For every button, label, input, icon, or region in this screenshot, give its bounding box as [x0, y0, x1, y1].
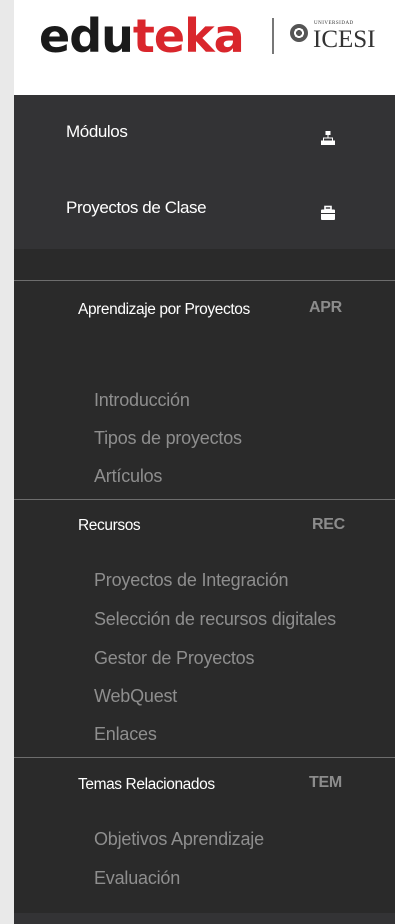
top-navigation: Módulos Proyectos de Clase [14, 95, 395, 249]
page-frame: eduteka UNIVERSIDAD ICESI Módulos Proyec… [14, 0, 395, 924]
section-divider [14, 757, 395, 758]
nav-item-label: Proyectos de Clase [66, 198, 207, 217]
logo-part-edu: edu [39, 9, 134, 63]
icesi-name: ICESI [313, 26, 376, 53]
nav-item-modulos[interactable]: Módulos [66, 122, 128, 142]
section-title-temas-relacionados[interactable]: Temas Relacionados [78, 766, 215, 804]
link-tipos-de-proyectos[interactable]: Tipos de proyectos [94, 428, 242, 449]
link-evaluacion[interactable]: Evaluación [94, 868, 180, 889]
sidebar-menu: Aprendizaje por Proyectos APR Introducci… [14, 249, 395, 924]
site-header: eduteka UNIVERSIDAD ICESI [14, 0, 395, 95]
link-introduccion[interactable]: Introducción [94, 390, 190, 411]
sitemap-icon [321, 131, 335, 145]
link-articulos[interactable]: Artículos [94, 466, 162, 487]
icesi-seal-icon [290, 24, 308, 42]
link-webquest[interactable]: WebQuest [94, 686, 177, 707]
section-divider [14, 499, 395, 500]
section-abbr-rec: REC [312, 516, 345, 533]
icesi-logo[interactable]: UNIVERSIDAD ICESI [284, 15, 395, 55]
section-title-aprendizaje[interactable]: Aprendizaje por Proyectos [78, 291, 288, 329]
section-divider [14, 280, 395, 281]
sidebar-bottom-strip [14, 913, 395, 924]
nav-item-label: Módulos [66, 122, 128, 141]
link-enlaces[interactable]: Enlaces [94, 724, 157, 745]
briefcase-icon [321, 205, 335, 220]
link-gestor-de-proyectos[interactable]: Gestor de Proyectos [94, 648, 254, 669]
section-abbr-apr: APR [309, 299, 342, 316]
link-seleccion-de-recursos-digitales[interactable]: Selección de recursos digitales [94, 609, 336, 630]
link-proyectos-de-integracion[interactable]: Proyectos de Integración [94, 570, 289, 591]
logo-part-teka: teka [132, 9, 245, 63]
eduteka-logo[interactable]: eduteka [39, 9, 245, 63]
section-title-recursos[interactable]: Recursos [78, 507, 141, 545]
link-objetivos-aprendizaje[interactable]: Objetivos Aprendizaje [94, 829, 264, 850]
section-abbr-tem: TEM [309, 774, 342, 791]
nav-item-proyectos-de-clase[interactable]: Proyectos de Clase [66, 198, 207, 218]
logo-divider [272, 18, 274, 54]
